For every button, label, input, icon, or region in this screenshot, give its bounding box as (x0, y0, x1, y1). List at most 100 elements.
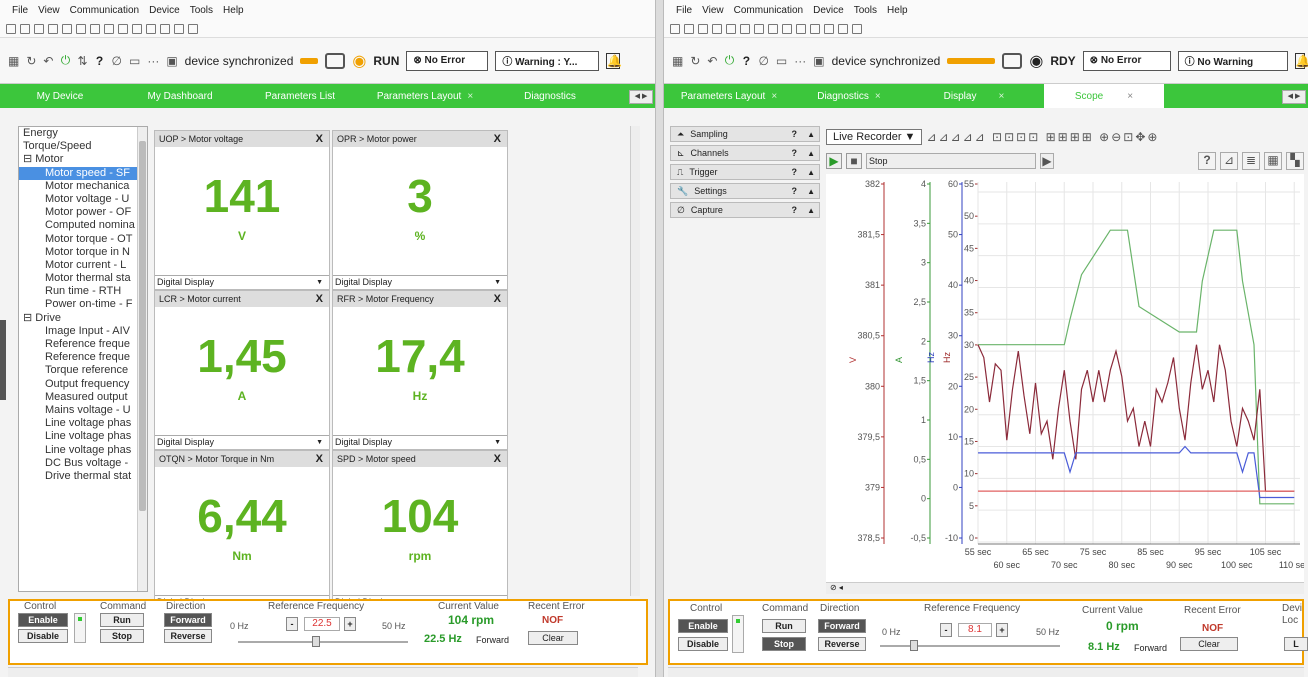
forward-button[interactable]: Forward (164, 613, 212, 627)
frequency-slider[interactable] (238, 636, 408, 647)
warning-box[interactable]: ⓘ Warning : Y... (495, 50, 600, 71)
new-icon[interactable] (684, 23, 694, 34)
tree-item[interactable]: ⊟ Motor (19, 153, 147, 166)
tree-item[interactable]: Output frequency (19, 378, 147, 391)
grid-icon[interactable]: ▦ (672, 54, 683, 68)
increment-button[interactable]: + (344, 617, 356, 631)
capture-section[interactable]: ∅ Capture? ▲ (670, 202, 820, 218)
menu-communication[interactable]: Communication (70, 5, 139, 16)
tab-my-dashboard[interactable]: My Dashboard (120, 84, 240, 108)
help-icon[interactable]: ? (792, 129, 798, 139)
channels-section[interactable]: ⊾ Channels? ▲ (670, 145, 820, 161)
stop-button[interactable]: Stop (762, 637, 806, 651)
trigger-section[interactable]: ⎍ Trigger? ▲ (670, 164, 820, 180)
settings-section[interactable]: 🔧 Settings? ▲ (670, 183, 820, 199)
grid-icon[interactable]: ▦ (8, 54, 19, 68)
link-icon[interactable]: ∅ (758, 54, 768, 68)
frequency-input[interactable]: 8.1 (958, 623, 992, 637)
menu-view[interactable]: View (702, 5, 724, 16)
tree-item[interactable]: Reference freque (19, 338, 147, 351)
close-icon[interactable]: × (875, 91, 881, 102)
grid-toggle-icon[interactable]: ▦ (1264, 152, 1282, 170)
save-as-icon[interactable] (62, 23, 72, 34)
scope-tool-icons[interactable]: ⊿⊿⊿⊿⊿ ⊡⊡⊡⊡ ⊞⊞⊞⊞ ⊕⊖⊡✥⊕ (926, 130, 1159, 144)
tree-item[interactable]: Drive thermal stat (19, 470, 147, 483)
slider-thumb[interactable] (910, 640, 918, 651)
clear-error-button[interactable]: Clear (528, 631, 578, 645)
connect-icon[interactable]: ⏻ (724, 53, 735, 68)
enable-button[interactable]: Enable (678, 619, 728, 633)
decrement-button[interactable]: - (940, 623, 952, 637)
tree-item[interactable]: Line voltage phas (19, 430, 147, 443)
download-icon[interactable] (810, 23, 820, 34)
display-mode-select[interactable]: Digital Display (333, 435, 507, 449)
menu-view[interactable]: View (38, 5, 60, 16)
run-button[interactable]: Run (762, 619, 806, 633)
tab-diagnostics[interactable]: Diagnostics × (794, 84, 904, 108)
print-icon[interactable] (104, 23, 114, 34)
tree-item[interactable]: Torque/Speed (19, 140, 147, 153)
tree-item[interactable]: Motor torque - OT (19, 233, 147, 246)
link-icon[interactable]: ∅ (112, 54, 122, 68)
display-mode-select[interactable]: Digital Display (333, 275, 507, 289)
menu-file[interactable]: File (12, 5, 28, 16)
home-icon[interactable] (6, 23, 16, 34)
forward-button[interactable]: Forward (818, 619, 866, 633)
compare-icon[interactable] (160, 23, 170, 34)
tree-scrollbar[interactable] (137, 127, 147, 591)
new-icon[interactable] (20, 23, 30, 34)
run-button[interactable]: Run (100, 613, 144, 627)
home-icon[interactable] (670, 23, 680, 34)
recorder-select[interactable]: Live Recorder ▼ (826, 129, 923, 145)
menu-file[interactable]: File (676, 5, 692, 16)
user-icon[interactable] (174, 23, 184, 34)
collapse-icon[interactable]: ▲ (807, 187, 815, 196)
tab-my-device[interactable]: My Device (0, 84, 120, 108)
tree-item[interactable]: Motor mechanica (19, 180, 147, 193)
decrement-button[interactable]: - (286, 617, 298, 631)
error-box[interactable]: ⊗ No Error (406, 50, 489, 71)
help-icon[interactable]: ? (792, 186, 798, 196)
tree-item[interactable]: Motor power - OF (19, 206, 147, 219)
tree-item[interactable]: Measured output (19, 391, 147, 404)
horizontal-scrollbar[interactable] (8, 667, 638, 677)
connect-icon[interactable]: ⏻ (60, 53, 71, 68)
display-mode-select[interactable]: Digital Display (155, 275, 329, 289)
frequency-slider[interactable] (880, 640, 1060, 651)
tab-parameters-layout[interactable]: Parameters Layout × (664, 84, 794, 108)
tree-item[interactable]: Computed nomina (19, 219, 147, 232)
tree-item[interactable]: Energy (19, 127, 147, 140)
menu-tools[interactable]: Tools (190, 5, 213, 16)
tree-item[interactable]: Motor thermal sta (19, 272, 147, 285)
tree-item[interactable]: Motor current - L (19, 259, 147, 272)
disconnect-icon[interactable]: ⇅ (77, 54, 87, 68)
collapse-handle[interactable] (0, 320, 6, 400)
close-icon[interactable]: X (494, 133, 501, 145)
alarm-bell-icon[interactable]: 🔔 (1294, 52, 1308, 69)
close-icon[interactable]: X (316, 293, 323, 305)
tree-item[interactable]: Line voltage phas (19, 417, 147, 430)
reverse-button[interactable]: Reverse (818, 637, 866, 651)
tree-item[interactable]: Motor torque in N (19, 246, 147, 259)
horizontal-scrollbar[interactable] (668, 667, 1304, 677)
collapse-icon[interactable]: ▲ (807, 149, 815, 158)
help-icon[interactable]: ? (741, 54, 751, 68)
error-box[interactable]: ⊗ No Error (1082, 50, 1171, 71)
open-icon[interactable] (698, 23, 708, 34)
slider-thumb[interactable] (312, 636, 320, 647)
user-icon[interactable] (838, 23, 848, 34)
close-icon[interactable]: X (494, 453, 501, 465)
display-mode-select[interactable]: Digital Display (155, 435, 329, 449)
disable-button[interactable]: Disable (18, 629, 68, 643)
menu-help[interactable]: Help (223, 5, 244, 16)
tree-item[interactable]: Mains voltage - U (19, 404, 147, 417)
clear-error-button[interactable]: Clear (1180, 637, 1238, 651)
scope-chart[interactable]: 382 381,5 381 380,5 380 379,5 379 378,5 V 4 3,5 3 2,… (826, 174, 1304, 582)
help-icon[interactable]: ? (792, 205, 798, 215)
transfer-icon[interactable] (782, 23, 792, 34)
close-icon[interactable]: X (316, 453, 323, 465)
tab-scroll-arrows[interactable]: ◀ ▶ (629, 90, 653, 104)
tree-item[interactable]: Power on-time - F (19, 298, 147, 311)
copy-icon[interactable] (740, 23, 750, 34)
tree-item[interactable]: DC Bus voltage - (19, 457, 147, 470)
